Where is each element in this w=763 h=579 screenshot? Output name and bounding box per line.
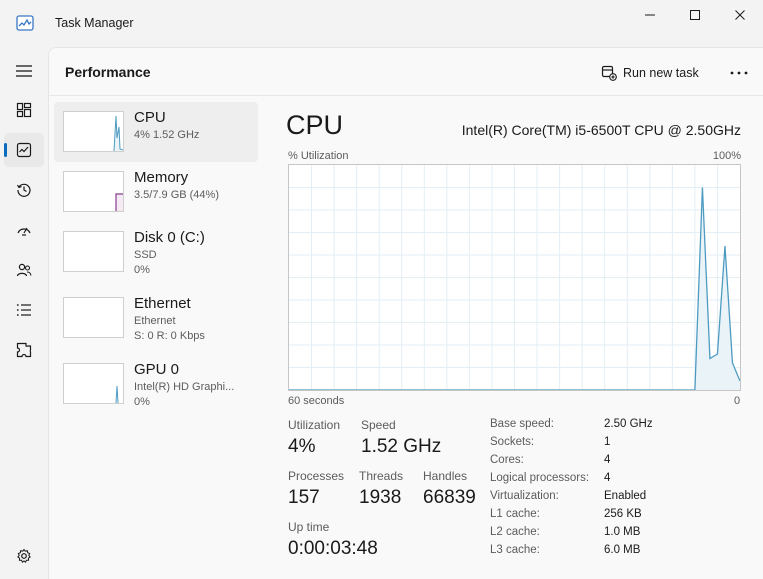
cpu-utilization-graph — [288, 164, 741, 391]
device-detail: Ethernet — [134, 315, 176, 327]
window-title: Task Manager — [55, 16, 134, 30]
utilization-label: Utilization — [288, 418, 341, 432]
performance-icon — [16, 142, 32, 158]
device-name: GPU 0 — [134, 361, 180, 378]
device-detail: Intel(R) HD Graphi... — [134, 381, 235, 393]
run-task-icon — [601, 65, 617, 81]
nav-users[interactable] — [4, 253, 44, 287]
nav-settings[interactable] — [4, 539, 44, 573]
spec-key: Logical processors: — [490, 472, 590, 484]
speed-value: 1.52 GHz — [361, 436, 442, 457]
navigation-rail — [0, 47, 48, 579]
maximize-icon — [690, 10, 700, 20]
device-item-disk[interactable]: Disk 0 (C:) SSD 0% — [54, 222, 258, 282]
device-name: Memory — [134, 169, 189, 186]
startup-apps-icon — [17, 227, 31, 236]
device-usage: 0% — [134, 264, 150, 276]
close-button[interactable] — [717, 0, 763, 30]
device-usage: 0% — [134, 396, 150, 408]
device-name: Ethernet — [134, 295, 191, 312]
spec-key: L2 cache: — [490, 526, 540, 538]
maximize-button[interactable] — [672, 0, 718, 30]
handles-label: Handles — [423, 469, 468, 483]
spec-value: Enabled — [604, 490, 647, 502]
device-item-ethernet[interactable]: Ethernet Ethernet S: 0 R: 0 Kbps — [54, 288, 258, 348]
users-icon — [16, 263, 32, 277]
nav-processes[interactable] — [4, 93, 44, 127]
spec-key: Sockets: — [490, 436, 535, 448]
device-detail: 3.5/7.9 GB (44%) — [134, 189, 219, 201]
speed-label: Speed — [361, 418, 396, 432]
ethernet-thumbnail-graph — [63, 297, 124, 338]
services-icon — [16, 342, 32, 358]
device-item-cpu[interactable]: CPU 4% 1.52 GHz — [54, 102, 258, 162]
spec-value: 1 — [604, 436, 611, 448]
memory-thumbnail-graph — [63, 171, 124, 212]
close-icon — [735, 10, 745, 20]
device-item-gpu[interactable]: GPU 0 Intel(R) HD Graphi... 0% — [54, 354, 258, 414]
nav-services[interactable] — [4, 333, 44, 367]
uptime-value: 0:00:03:48 — [288, 538, 378, 559]
processes-icon — [16, 102, 32, 118]
task-manager-app-icon — [16, 15, 34, 31]
threads-label: Threads — [359, 469, 404, 483]
spec-key: Virtualization: — [490, 490, 559, 502]
spec-key: L1 cache: — [490, 508, 540, 520]
detail-title: CPU — [286, 110, 344, 140]
cpu-thumbnail-graph — [63, 111, 124, 152]
nav-menu-button[interactable] — [4, 54, 44, 88]
device-name: CPU — [134, 109, 166, 126]
hamburger-menu-icon — [16, 65, 32, 77]
spec-value: 2.50 GHz — [604, 418, 653, 430]
nav-startup-apps[interactable] — [4, 213, 44, 247]
more-options-button[interactable] — [725, 60, 753, 86]
processes-label: Processes — [288, 469, 345, 483]
graph-y-label: % Utilization — [288, 150, 349, 162]
spec-key: Base speed: — [490, 418, 554, 430]
spec-value: 1.0 MB — [604, 526, 641, 538]
device-name: Disk 0 (C:) — [134, 229, 205, 246]
graph-x-right-label: 0 — [734, 395, 741, 407]
disk-thumbnail-graph — [63, 231, 124, 272]
active-indicator — [4, 143, 7, 157]
main-panel: Performance Run new task CPU 4% 1.52 GHz… — [48, 47, 763, 579]
spec-value: 4 — [604, 454, 611, 466]
details-icon — [16, 304, 31, 316]
threads-value: 1938 — [359, 487, 402, 508]
spec-key: L3 cache: — [490, 544, 540, 556]
device-detail: SSD — [134, 249, 157, 261]
spec-value: 6.0 MB — [604, 544, 641, 556]
spec-key: Cores: — [490, 454, 524, 466]
spec-value: 256 KB — [604, 508, 642, 520]
minimize-icon — [645, 14, 655, 16]
uptime-label: Up time — [288, 520, 330, 534]
gpu-thumbnail-graph — [63, 363, 124, 404]
device-usage: S: 0 R: 0 Kbps — [134, 330, 205, 342]
graph-x-left-label: 60 seconds — [288, 395, 345, 407]
nav-performance[interactable] — [4, 133, 44, 167]
nav-details[interactable] — [4, 293, 44, 327]
page-header: Performance Run new task — [49, 48, 763, 96]
settings-icon — [17, 548, 31, 563]
device-item-memory[interactable]: Memory 3.5/7.9 GB (44%) — [54, 162, 258, 222]
nav-app-history[interactable] — [4, 173, 44, 207]
graph-y-max-label: 100% — [712, 150, 741, 162]
run-new-task-button[interactable]: Run new task — [601, 61, 699, 85]
cpu-utilization-svg — [289, 165, 740, 390]
cpu-model-name: Intel(R) Core(TM) i5-6500T CPU @ 2.50GHz — [461, 122, 741, 138]
spec-value: 4 — [604, 472, 611, 484]
app-history-icon — [16, 183, 31, 197]
device-detail: 4% 1.52 GHz — [134, 129, 200, 141]
more-options-icon — [730, 71, 748, 75]
title-bar: Task Manager — [0, 0, 763, 47]
utilization-value: 4% — [288, 436, 316, 457]
handles-value: 66839 — [423, 487, 476, 508]
minimize-button[interactable] — [627, 0, 673, 30]
run-new-task-label: Run new task — [623, 66, 699, 80]
processes-value: 157 — [288, 487, 320, 508]
page-title: Performance — [65, 64, 151, 80]
